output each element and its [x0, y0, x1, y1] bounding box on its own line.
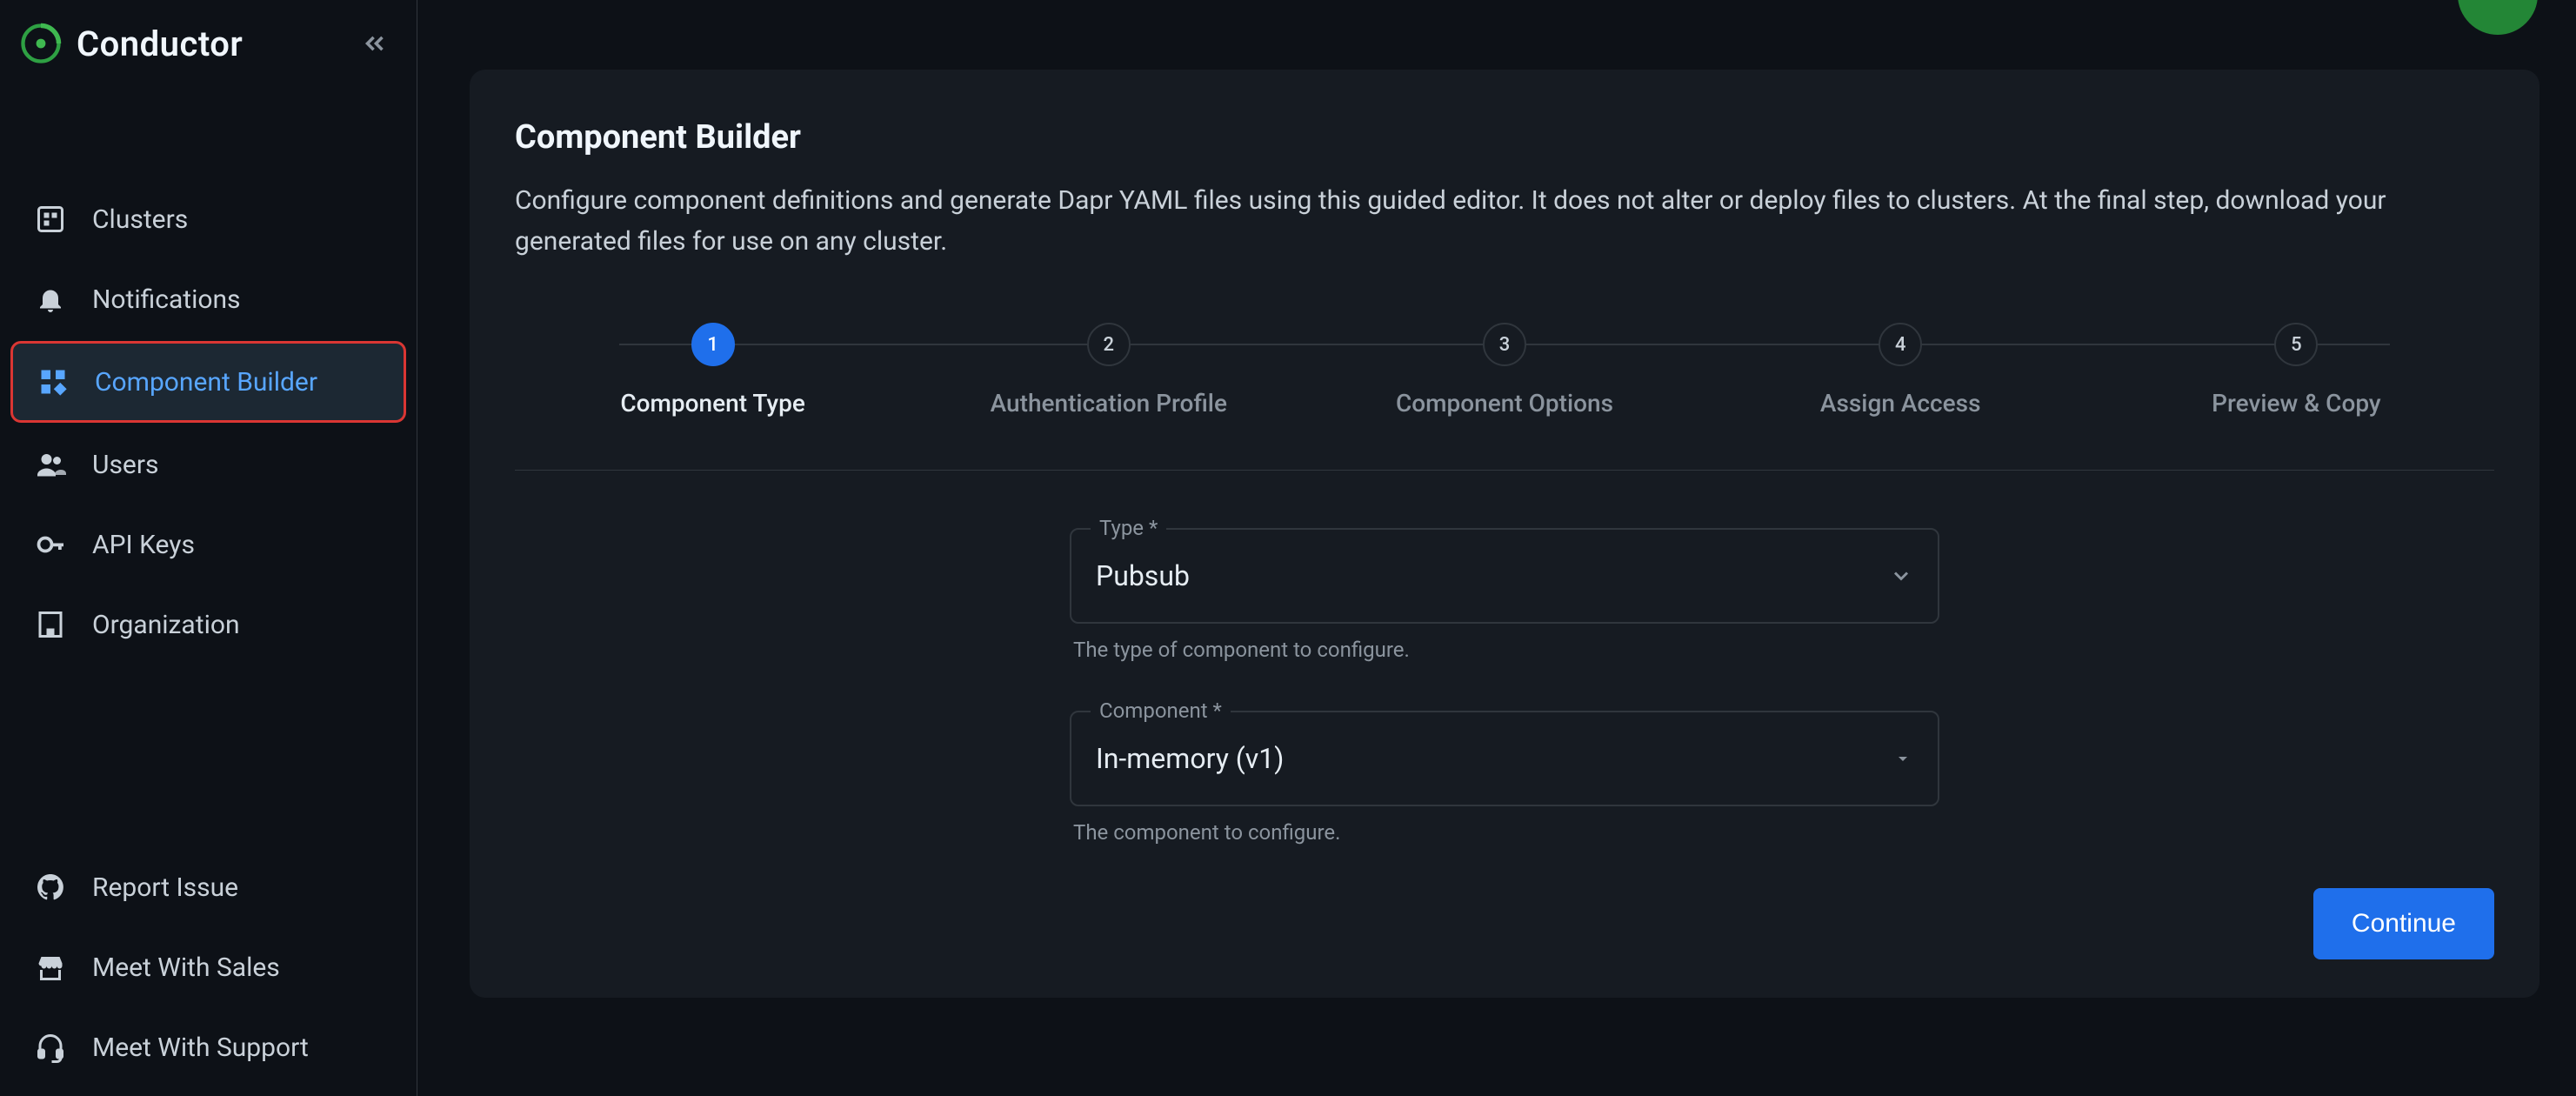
step-label: Authentication Profile — [991, 389, 1227, 418]
sidebar-item-meet-sales[interactable]: Meet With Sales — [10, 929, 406, 1006]
component-select[interactable]: Component * In-memory (v1) — [1070, 711, 1939, 806]
sidebar-item-notifications[interactable]: Notifications — [10, 261, 406, 337]
brand-name: Conductor — [77, 23, 243, 64]
sidebar-item-label: Notifications — [92, 284, 241, 315]
chevron-down-icon — [1889, 564, 1913, 588]
step-number: 5 — [2274, 323, 2318, 366]
sidebar-item-label: Users — [92, 450, 159, 480]
field-value: In-memory (v1) — [1096, 742, 1892, 775]
field-helper: The component to configure. — [1070, 806, 1939, 867]
field-value: Pubsub — [1096, 559, 1889, 592]
actions-row: Continue — [515, 888, 2494, 959]
main-content: Component Builder Configure component de… — [417, 0, 2576, 1096]
step-number: 4 — [1879, 323, 1922, 366]
field-label: Type * — [1091, 516, 1166, 540]
step-component-options[interactable]: 3 Component Options — [1306, 323, 1702, 418]
continue-button[interactable]: Continue — [2313, 888, 2494, 959]
bell-icon — [33, 282, 68, 317]
component-field-wrap: Component * In-memory (v1) The component… — [1070, 702, 1939, 867]
headset-icon — [33, 1030, 68, 1065]
sidebar-item-report-issue[interactable]: Report Issue — [10, 849, 406, 926]
sidebar-item-label: Clusters — [92, 204, 188, 235]
widgets-icon — [36, 364, 70, 399]
step-component-type[interactable]: 1 Component Type — [515, 323, 911, 418]
sidebar-item-api-keys[interactable]: API Keys — [10, 506, 406, 583]
divider — [515, 470, 2494, 471]
brand-row: Conductor — [0, 7, 417, 94]
sidebar-item-label: Report Issue — [92, 872, 238, 903]
step-number: 2 — [1087, 323, 1131, 366]
building-icon — [33, 607, 68, 642]
sidebar-nav: Clusters Notifications Component Builder… — [0, 181, 417, 663]
sidebar-item-label: Component Builder — [95, 367, 317, 398]
page-title: Component Builder — [515, 118, 2494, 157]
builder-card: Component Builder Configure component de… — [470, 70, 2539, 998]
sidebar-item-label: Meet With Sales — [92, 952, 280, 983]
field-helper: The type of component to configure. — [1070, 624, 1939, 685]
step-label: Assign Access — [1820, 389, 1981, 418]
form-area: Type * Pubsub The type of component to c… — [515, 519, 2494, 867]
collapse-sidebar-button[interactable] — [350, 19, 399, 68]
step-preview-copy[interactable]: 5 Preview & Copy — [2099, 323, 2494, 418]
sidebar: Conductor Clusters Notifications — [0, 0, 417, 1096]
step-label: Preview & Copy — [2212, 389, 2380, 418]
sidebar-bottom: Report Issue Meet With Sales Meet With S… — [0, 849, 417, 1096]
step-number: 1 — [691, 323, 735, 366]
step-assign-access[interactable]: 4 Assign Access — [1703, 323, 2099, 418]
type-field-wrap: Type * Pubsub The type of component to c… — [1070, 519, 1939, 685]
github-icon — [33, 870, 68, 905]
avatar[interactable] — [2458, 0, 2538, 35]
sidebar-item-meet-support[interactable]: Meet With Support — [10, 1009, 406, 1086]
sidebar-item-users[interactable]: Users — [10, 426, 406, 503]
people-icon — [33, 447, 68, 482]
field-label: Component * — [1091, 698, 1231, 723]
step-label: Component Type — [620, 389, 804, 418]
sidebar-item-label: Meet With Support — [92, 1033, 309, 1063]
sidebar-item-label: API Keys — [92, 530, 195, 560]
stepper: 1 Component Type 2 Authentication Profil… — [515, 323, 2494, 418]
sidebar-item-label: Organization — [92, 610, 240, 640]
key-icon — [33, 527, 68, 562]
page-description: Configure component definitions and gene… — [515, 181, 2463, 262]
sidebar-item-clusters[interactable]: Clusters — [10, 181, 406, 257]
step-label: Component Options — [1396, 389, 1613, 418]
logo-icon — [17, 20, 64, 67]
step-number: 3 — [1483, 323, 1526, 366]
sidebar-item-component-builder[interactable]: Component Builder — [10, 341, 406, 423]
sidebar-item-organization[interactable]: Organization — [10, 586, 406, 663]
grid-icon — [33, 202, 68, 237]
type-select[interactable]: Type * Pubsub — [1070, 528, 1939, 624]
store-icon — [33, 950, 68, 985]
step-auth-profile[interactable]: 2 Authentication Profile — [911, 323, 1306, 418]
caret-down-icon — [1892, 748, 1913, 769]
